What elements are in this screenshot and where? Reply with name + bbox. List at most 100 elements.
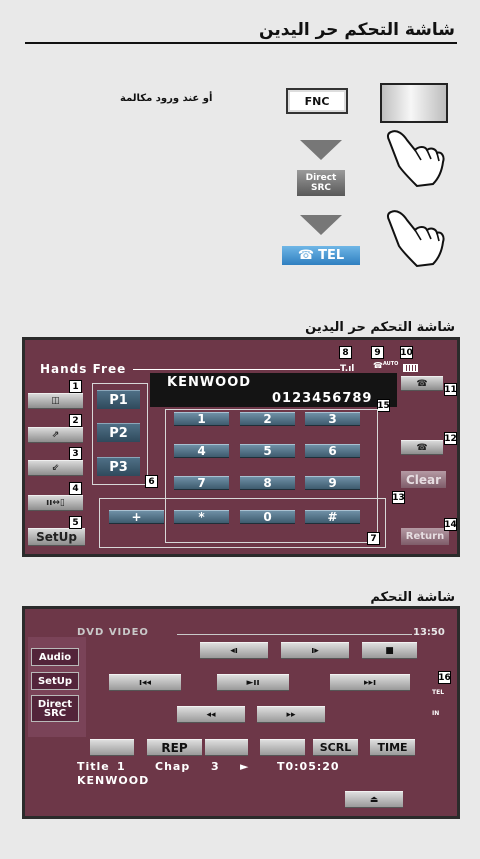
scrl-button[interactable]: SCRL xyxy=(313,739,358,756)
callout-3: 3 xyxy=(69,447,82,460)
blank-button-2[interactable] xyxy=(205,739,248,756)
voice-switch-icon: ıı↔▯ xyxy=(46,498,65,508)
skip-back-icon: ı◂◂ xyxy=(138,677,152,688)
callout-9: 9 xyxy=(371,346,384,359)
slow-reverse-icon: ◂ı xyxy=(230,645,238,656)
callout-16: 16 xyxy=(438,671,451,684)
keypad-key-7[interactable]: 7 xyxy=(174,476,229,490)
play-pause-icon: ►ıı xyxy=(246,677,260,688)
arrow-down-icon xyxy=(300,140,342,160)
handsfree-header-label: Hands Free xyxy=(40,362,127,376)
eject-button[interactable]: ⏏ xyxy=(345,791,403,808)
control-screen: DVD VIDEO 13:50 ◂ı ı▸ ■ Audio SetUp Dire… xyxy=(22,606,460,819)
slow-reverse-button[interactable]: ◂ı xyxy=(200,642,268,659)
auto-answer-indicator: ☎AUTO xyxy=(373,361,399,370)
callout-11: 11 xyxy=(444,383,457,396)
info-time: T0:05:20 xyxy=(277,760,340,773)
fast-reverse-icon: ◂◂ xyxy=(206,709,216,720)
voice-switch-button[interactable]: ıı↔▯ xyxy=(28,495,83,511)
callout-4: 4 xyxy=(69,482,82,495)
keypad-key-1[interactable]: 1 xyxy=(174,412,229,426)
callout-2: 2 xyxy=(69,414,82,427)
keypad-key-5[interactable]: 5 xyxy=(240,444,295,458)
call-button[interactable]: ☎ xyxy=(401,376,443,391)
arrow-down-icon xyxy=(300,215,342,235)
next-chapter-button[interactable]: ▸▸ı xyxy=(330,674,410,691)
source-label: DVD VIDEO xyxy=(77,627,149,638)
fnc-button[interactable]: FNC xyxy=(286,88,348,114)
setup-button[interactable]: SetUp xyxy=(28,528,85,546)
time-button[interactable]: TIME xyxy=(370,739,415,756)
callout-7: 7 xyxy=(367,532,380,545)
phone-number: 0123456789 xyxy=(272,391,373,406)
incoming-call-note: أو عند ورود مكالمة xyxy=(120,93,213,104)
side-setup-button[interactable]: SetUp xyxy=(31,672,79,690)
callout-14: 14 xyxy=(444,518,457,531)
title-divider xyxy=(25,42,457,44)
pointing-hand-icon xyxy=(386,130,445,188)
stop-button[interactable]: ■ xyxy=(362,642,417,659)
side-direct-src-button[interactable]: Direct SRC xyxy=(31,695,79,722)
callout-12: 12 xyxy=(444,432,457,445)
info-chap-value: 3 xyxy=(211,760,219,773)
phone-icon: ☎ xyxy=(297,248,315,263)
monitor-screen-icon xyxy=(380,83,448,123)
callout-15: 15 xyxy=(377,399,390,412)
skip-forward-icon: ▸▸ı xyxy=(363,677,377,688)
preset-p2-button[interactable]: P2 xyxy=(97,423,140,442)
callout-5: 5 xyxy=(69,516,82,529)
info-title-value: 1 xyxy=(117,760,125,773)
fast-reverse-button[interactable]: ◂◂ xyxy=(177,706,245,723)
incoming-calls-icon: ⇙ xyxy=(51,463,60,473)
callout-13: 13 xyxy=(392,491,405,504)
header-rule xyxy=(133,369,340,370)
blank-button-3[interactable] xyxy=(260,739,305,756)
info-chap-label: Chap xyxy=(155,760,191,773)
in-indicator: IN xyxy=(432,710,440,717)
control-section-title: شاشة التحكم xyxy=(370,590,455,605)
keypad-key-0[interactable]: 0 xyxy=(240,510,295,524)
keypad-key-plus[interactable]: + xyxy=(109,510,164,524)
clear-button[interactable]: Clear xyxy=(401,471,446,488)
preset-p3-button[interactable]: P3 xyxy=(97,457,140,476)
page-title: شاشة التحكم حر اليدين xyxy=(259,20,455,40)
play-pause-button[interactable]: ►ıı xyxy=(217,674,289,691)
play-indicator-icon: ► xyxy=(240,760,249,773)
hang-up-button[interactable]: ☎ xyxy=(401,440,443,455)
handsfree-section-title: شاشة التحكم حر اليدين xyxy=(305,320,455,335)
phonebook-button[interactable]: ◫ xyxy=(28,393,83,409)
phonebook-icon: ◫ xyxy=(51,396,60,406)
callout-1: 1 xyxy=(69,380,82,393)
incoming-calls-button[interactable]: ⇙ xyxy=(28,460,83,476)
eject-icon: ⏏ xyxy=(369,794,379,805)
keypad-key-4[interactable]: 4 xyxy=(174,444,229,458)
rep-button[interactable]: REP xyxy=(147,739,202,756)
outgoing-calls-button[interactable]: ⇗ xyxy=(28,427,83,443)
battery-icon xyxy=(403,364,418,372)
keypad-key-9[interactable]: 9 xyxy=(305,476,360,490)
tel-button[interactable]: ☎ TEL xyxy=(282,246,360,265)
audio-button[interactable]: Audio xyxy=(31,648,79,666)
keypad-key-hash[interactable]: # xyxy=(305,510,360,524)
keypad-key-6[interactable]: 6 xyxy=(305,444,360,458)
info-title-label: Title xyxy=(77,760,110,773)
fast-forward-icon: ▸▸ xyxy=(286,709,296,720)
return-button[interactable]: Return xyxy=(401,528,449,545)
preset-p1-button[interactable]: P1 xyxy=(97,390,140,409)
device-name: KENWOOD xyxy=(167,375,252,390)
fast-forward-button[interactable]: ▸▸ xyxy=(257,706,325,723)
phone-icon: ☎ xyxy=(416,442,428,453)
keypad-key-2[interactable]: 2 xyxy=(240,412,295,426)
blank-button-1[interactable] xyxy=(90,739,134,756)
keypad-key-star[interactable]: * xyxy=(174,510,229,524)
outgoing-calls-icon: ⇗ xyxy=(51,430,60,440)
keypad-key-8[interactable]: 8 xyxy=(240,476,295,490)
callout-6: 6 xyxy=(145,475,158,488)
keypad-key-3[interactable]: 3 xyxy=(305,412,360,426)
callout-10: 10 xyxy=(400,346,413,359)
slow-forward-icon: ı▸ xyxy=(311,645,319,656)
direct-src-button[interactable]: Direct SRC xyxy=(297,170,345,196)
stop-icon: ■ xyxy=(385,645,394,656)
previous-chapter-button[interactable]: ı◂◂ xyxy=(109,674,181,691)
slow-forward-button[interactable]: ı▸ xyxy=(281,642,349,659)
